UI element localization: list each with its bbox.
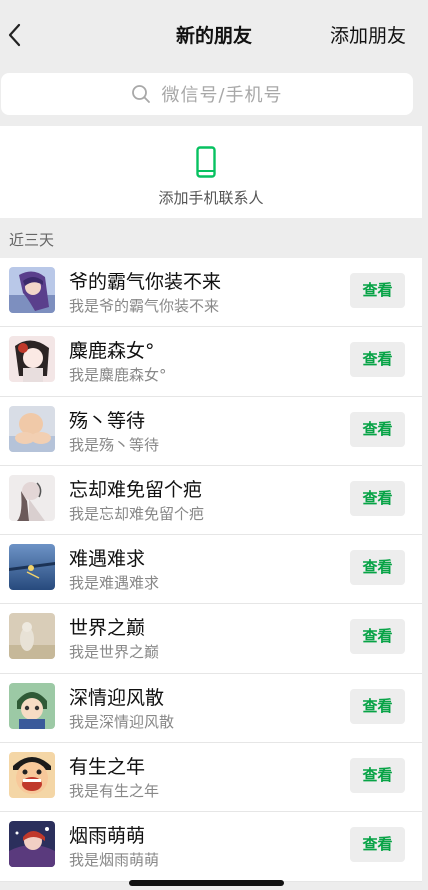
search-icon — [132, 85, 151, 103]
add-friend-button[interactable]: 添加朋友 — [330, 22, 406, 50]
view-button[interactable]: 查看 — [350, 827, 405, 863]
requester-name: 烟雨萌萌 — [69, 825, 146, 848]
phone-icon — [196, 146, 216, 178]
view-button[interactable]: 查看 — [350, 688, 405, 724]
request-message: 我是难遇难求 — [69, 574, 160, 593]
friend-request-row[interactable]: 世界之巅 我是世界之巅 查看 — [0, 604, 422, 674]
request-message: 我是麋鹿森女° — [69, 366, 167, 385]
friend-request-row[interactable]: 爷的霸气你装不来 我是爷的霸气你装不来 查看 — [0, 258, 422, 328]
friend-request-row[interactable]: 麋鹿森女° 我是麋鹿森女° 查看 — [0, 327, 422, 397]
baby-avatar-icon[interactable] — [9, 405, 55, 452]
ocean-avatar-icon[interactable] — [9, 544, 55, 591]
view-button[interactable]: 查看 — [350, 273, 405, 308]
add-phone-contacts[interactable]: 添加手机联系人 — [0, 126, 422, 218]
request-message: 我是爷的霸气你装不来 — [69, 297, 220, 315]
section-label: 近三天 — [9, 231, 55, 249]
friend-request-row[interactable]: 殇丶等待 我是殇丶等待 查看 — [0, 396, 422, 466]
search-input[interactable]: 微信号/手机号 — [1, 73, 413, 115]
anime-girl-avatar-icon[interactable] — [9, 267, 55, 313]
friend-request-row[interactable]: 烟雨萌萌 我是烟雨萌萌 查看 — [0, 812, 422, 882]
view-button[interactable]: 查看 — [350, 480, 405, 516]
requester-name: 难遇难求 — [69, 548, 146, 571]
view-button[interactable]: 查看 — [350, 619, 405, 655]
requester-name: 殇丶等待 — [69, 409, 146, 432]
requester-name: 世界之巅 — [69, 617, 146, 640]
view-button[interactable]: 查看 — [350, 411, 405, 447]
beige-photo-avatar-icon[interactable] — [9, 613, 55, 660]
request-message: 我是忘却难免留个疤 — [69, 504, 205, 523]
view-button[interactable]: 查看 — [350, 758, 405, 794]
chibi-girl-avatar-icon[interactable] — [9, 336, 55, 383]
section-header: 近三天 — [0, 218, 422, 258]
request-message: 我是殇丶等待 — [69, 435, 160, 454]
view-button[interactable]: 查看 — [350, 550, 405, 586]
friend-request-list: 爷的霸气你装不来 我是爷的霸气你装不来 查看 麋鹿森女° 我是麋鹿森女° 查看 — [0, 258, 422, 882]
home-indicator[interactable] — [129, 880, 284, 886]
add-phone-contacts-label: 添加手机联系人 — [158, 189, 264, 207]
request-message: 我是世界之巅 — [69, 643, 160, 662]
requester-name: 爷的霸气你装不来 — [69, 271, 222, 293]
friend-request-row[interactable]: 有生之年 我是有生之年 查看 — [0, 743, 422, 813]
new-friends-screen: 新的朋友 添加朋友 微信号/手机号 添加手机联系人 近三天 爷的霸气你装不来 我… — [0, 0, 428, 890]
search-placeholder: 微信号/手机号 — [161, 85, 283, 106]
friend-request-row[interactable]: 忘却难免留个疤 我是忘却难免留个疤 查看 — [0, 465, 422, 536]
view-button[interactable]: 查看 — [350, 342, 405, 378]
friend-request-row[interactable]: 难遇难求 我是难遇难求 查看 — [0, 535, 422, 605]
requester-name: 有生之年 — [69, 756, 146, 779]
requester-name: 麋鹿森女° — [69, 340, 155, 363]
friend-request-row[interactable]: 深情迎风散 我是深情迎风散 查看 — [0, 673, 422, 744]
requester-name: 忘却难免留个疤 — [69, 478, 203, 501]
navigation-bar: 新的朋友 添加朋友 — [0, 0, 428, 68]
request-message: 我是烟雨萌萌 — [69, 851, 160, 870]
requester-name: 深情迎风散 — [69, 686, 165, 709]
laughing-face-avatar-icon[interactable] — [9, 752, 55, 799]
sketch-girl-avatar-icon[interactable] — [9, 474, 55, 521]
request-message: 我是深情迎风散 — [69, 712, 175, 731]
cartoon-kid-avatar-icon[interactable] — [9, 682, 55, 729]
request-message: 我是有生之年 — [69, 782, 160, 801]
fantasy-character-avatar-icon[interactable] — [9, 821, 55, 868]
